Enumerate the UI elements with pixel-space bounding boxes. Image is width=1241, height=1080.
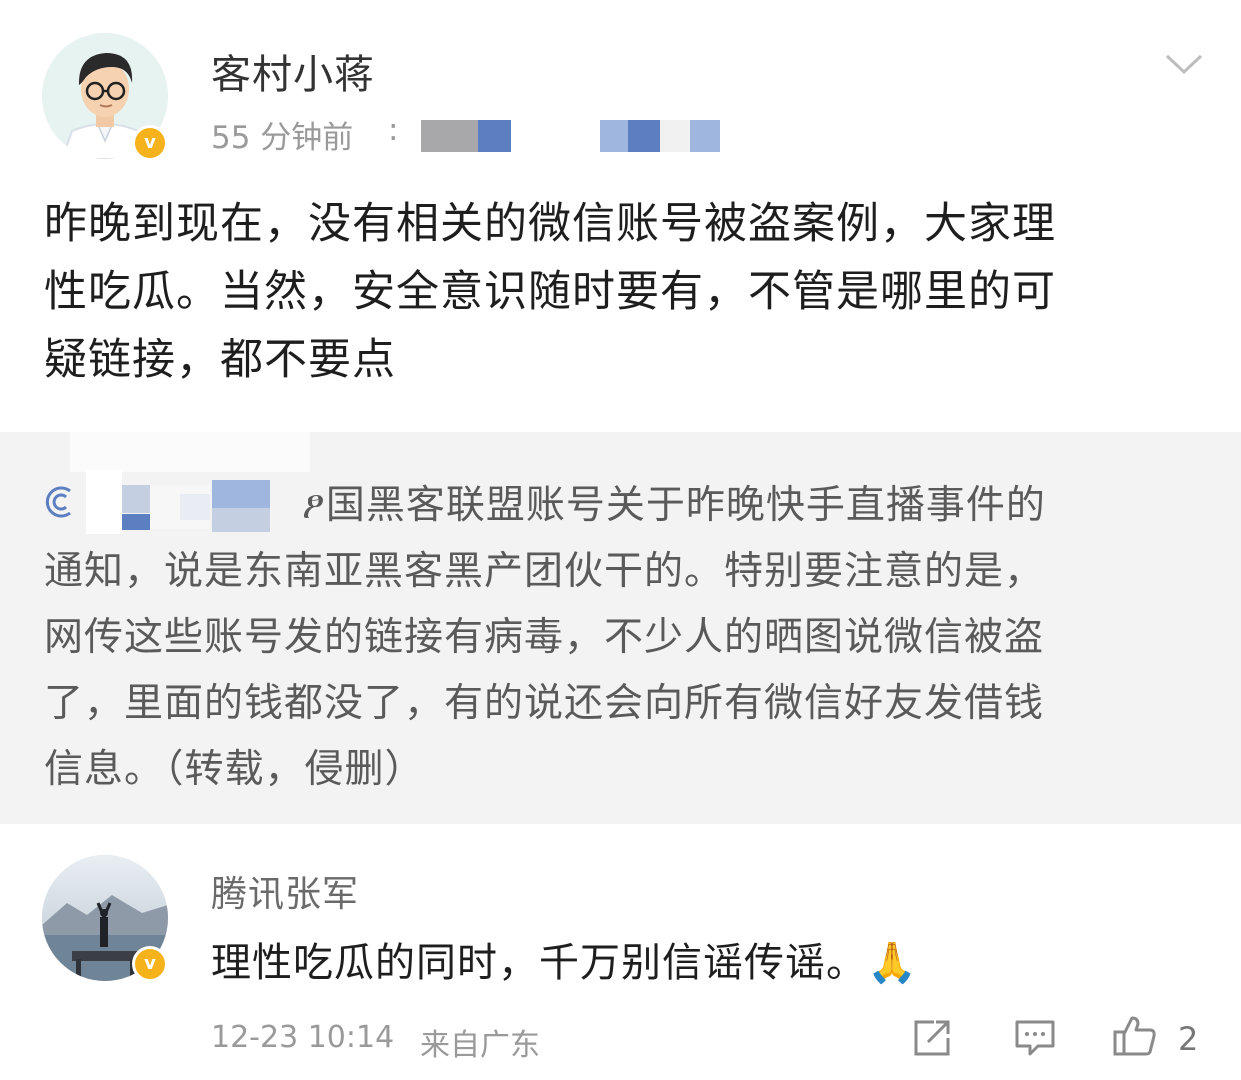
repost-text-line: ፆ国黑客联盟账号关于昨晚快手直播事件的 (302, 483, 1046, 528)
comment-text: 理性吃瓜的同时，千万别信谣传谣。🙏 (211, 940, 918, 986)
post-text-line: 性吃瓜。当然，安全意识随时要有，不管是哪里的可 (44, 267, 1056, 317)
post-text-line: 疑链接，都不要点 (44, 335, 396, 385)
repost-text-line: 网传这些账号发的链接有病毒，不少人的晒图说微信被盗 (44, 615, 1045, 660)
repost-text-line: 通知，说是东南亚黑客黑产团伙干的。特别要注意的是， (44, 549, 1045, 594)
post-time: 55 分钟前 (211, 120, 354, 156)
share-icon[interactable] (912, 1018, 954, 1058)
link-icon (44, 483, 82, 521)
author-name[interactable]: 客村小蒋 (211, 42, 375, 100)
like-count: 2 (1178, 1020, 1199, 1058)
thumbs-up-icon[interactable] (1112, 1014, 1158, 1058)
commenter-name[interactable]: 腾讯张军 (211, 865, 359, 917)
comment-date: 12-23 10:14 (211, 1020, 395, 1055)
repost-text-line: 信息。（转载，侵删） (44, 747, 425, 792)
post-text: 昨晚到现在，没有相关的微信账号被盗案例，大家理 性吃瓜。当然，安全意识随时要有，… (44, 190, 1204, 394)
redacted-repost-header (70, 432, 310, 472)
verified-badge: v (132, 125, 168, 161)
repost-text-line: 了，里面的钱都没了，有的说还会向所有微信好友发借钱 (44, 681, 1045, 726)
comment-source: 来自广东 (420, 1028, 540, 1063)
post-text-line: 昨晚到现在，没有相关的微信账号被盗案例，大家理 (44, 199, 1056, 249)
comment-icon[interactable] (1014, 1018, 1056, 1058)
chevron-down-icon[interactable] (1164, 52, 1204, 76)
verified-badge: v (132, 946, 168, 982)
time-source-separator: : (388, 112, 399, 148)
